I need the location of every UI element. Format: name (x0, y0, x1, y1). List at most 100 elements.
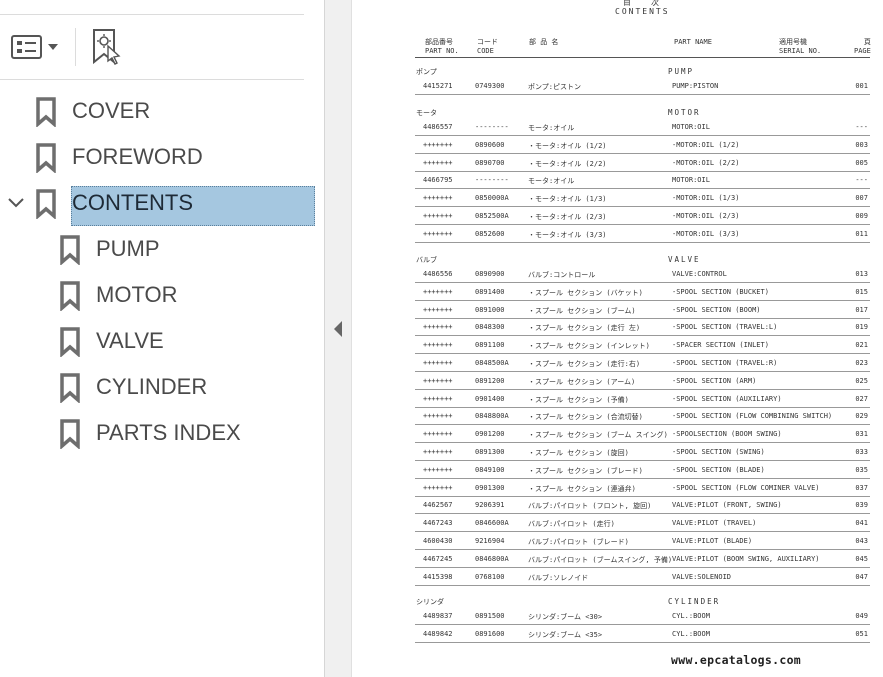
cell-part-no: +++++++ (423, 359, 453, 367)
section-heading: CYLINDER (668, 597, 721, 606)
cell-name-jp: ・スプール セクション (ブーム) (528, 306, 636, 315)
cell-name-jp: バルブ:ソレノイド (528, 573, 589, 582)
cell-code: 0890600 (475, 140, 505, 149)
header-rule (415, 57, 870, 58)
footer-link[interactable]: www.epcatalogs.com (671, 653, 801, 667)
bookmark-motor[interactable]: MOTOR (0, 272, 325, 318)
header-part-jp: 部品番号 (425, 38, 453, 46)
cell-name-jp: バルブ:パイロット (ブレード) (528, 538, 629, 546)
header-part: 部品番号 PART NO. (425, 38, 459, 56)
cell-page: 043 (855, 537, 868, 545)
cell-name-en: VALVE:SOLENOID (672, 572, 732, 581)
table-row[interactable]: +++++++ 0890700 ・モータ:オイル (2/2) -MOTOR:OIL (… (415, 155, 870, 172)
document-page: 目次 CONTENTS 部品番号 PART NO. コード CODE 部 品 名… (353, 0, 883, 677)
cell-name-en: PUMP:PISTON (672, 82, 719, 90)
table-row[interactable]: +++++++ 0891100 ・スプール セクション (インレット) -SPACER… (415, 337, 870, 355)
cell-code: 0768100 (475, 572, 505, 581)
bookmark-cylinder[interactable]: CYLINDER (0, 364, 325, 410)
cell-code: 0891600 (475, 629, 505, 638)
table-row[interactable]: 4486556 0890900 バルブ:コントロール VALVE:CONTROL 013 (415, 266, 870, 283)
bookmark-valve[interactable]: VALVE (0, 318, 325, 364)
bookmark-cover[interactable]: COVER (0, 88, 325, 134)
table-row[interactable]: 4415271 0749300 ポンプ:ピストン PUMP:PISTON 001 (415, 78, 870, 95)
cell-code: 0891500 (475, 612, 505, 620)
bookmark-label: MOTOR (96, 282, 178, 307)
cell-part-no: +++++++ (423, 483, 453, 492)
cell-code: 0848800A (475, 412, 509, 421)
cell-name-jp: シリンダ:ブーム <35> (528, 630, 603, 639)
table-row[interactable]: +++++++ 0891400 ・スプール セクション (バケット) -SPOOL S… (415, 284, 870, 301)
table-row[interactable]: +++++++ 0852600 ・モータ:オイル (3/3) -MOTOR:OIL (… (415, 226, 870, 243)
table-row[interactable]: +++++++ 0890600 ・モータ:オイル (1/2) -MOTOR:OIL (… (415, 137, 870, 154)
table-row[interactable]: 4415398 0768100 バルブ:ソレノイド VALVE:SOLENOID 047 (415, 569, 870, 586)
cell-page: 005 (855, 158, 868, 167)
table-row[interactable]: +++++++ 0901400 ・スプール セクション (予備) -SPOOL SEC… (415, 391, 870, 408)
table-row[interactable]: +++++++ 0891000 ・スプール セクション (ブーム) -SPOOL SE… (415, 302, 870, 319)
cell-name-jp: ・モータ:オイル (1/3) (528, 195, 607, 204)
collapse-panel-button[interactable] (331, 318, 345, 340)
cell-code: 9206391 (475, 501, 505, 510)
cell-code: 0852600 (475, 229, 505, 238)
cell-part-no: 4467243 (423, 519, 453, 528)
bookmark-contents[interactable]: CONTENTS (0, 180, 325, 226)
table-row[interactable]: 4466795 -------- モータ:オイル MOTOR:OIL --- (415, 172, 870, 190)
cell-code: 0890900 (475, 270, 505, 278)
cell-page: 037 (855, 483, 868, 492)
table-row[interactable]: +++++++ 0891300 ・スプール セクション (旋回) -SPOOL SEC… (415, 444, 870, 461)
cell-name-en: VALVE:PILOT (BLADE) (672, 537, 753, 545)
cell-name-en: -MOTOR:OIL (3/3) (672, 229, 740, 238)
table-row[interactable]: +++++++ 0850000A ・モータ:オイル (1/3) -MOTOR:OIL … (415, 190, 870, 208)
cell-name-jp: ・スプール セクション (走行:右) (528, 360, 641, 368)
options-menu-button[interactable] (10, 32, 64, 62)
cell-name-jp: ・スプール セクション (バケット) (528, 288, 643, 297)
table-row[interactable]: 4600430 9216904 バルブ:パイロット (ブレード) VALVE:PILO… (415, 533, 870, 550)
bookmark-parts-index[interactable]: PARTS INDEX (0, 410, 325, 456)
bookmark-pump[interactable]: PUMP (0, 226, 325, 272)
panel-splitter[interactable] (325, 0, 352, 677)
cell-code: 0749300 (475, 82, 505, 90)
cell-page: 019 (855, 323, 868, 332)
section-heading-jp: バルブ (416, 256, 437, 264)
cell-code: 0849100 (475, 465, 505, 474)
cell-page: 017 (855, 305, 868, 314)
cell-name-jp: バルブ:パイロット (走行) (528, 520, 615, 529)
bookmark-foreword[interactable]: FOREWORD (0, 134, 325, 180)
cell-name-en: -SPOOL SECTION (SWING) (672, 448, 765, 456)
table-row[interactable]: 4462567 9206391 バルブ:パイロット (フロント, 旋回) VALVE:… (415, 497, 870, 515)
table-row[interactable]: +++++++ 0849100 ・スプール セクション (ブレード) -SPOOL S… (415, 462, 870, 479)
table-row[interactable]: 4467243 0846600A バルブ:パイロット (走行) VALVE:PILOT… (415, 515, 870, 533)
table-row[interactable]: +++++++ 0848500A ・スプール セクション (走行:右) -SPOOL … (415, 355, 870, 372)
cell-name-jp: ・モータ:オイル (3/3) (528, 230, 607, 239)
find-current-bookmark-button[interactable] (88, 26, 126, 66)
cell-page: 003 (855, 140, 868, 149)
cell-part-no: +++++++ (423, 394, 453, 403)
header-name-jp: 部 品 名 (529, 38, 559, 46)
cell-name-en: CYL.:BOOM (672, 612, 710, 620)
table-row[interactable]: 4489837 0891500 シリンダ:ブーム <30> CYL.:BOOM 049 (415, 608, 870, 625)
table-row[interactable]: +++++++ 0901300 ・スプール セクション (連通弁) -SPOOL SE… (415, 480, 870, 497)
cell-name-en: VALVE:PILOT (BOOM SWING, AUXILIARY) (672, 554, 820, 563)
table-row[interactable]: 4489842 0891600 シリンダ:ブーム <35> CYL.:BOOM 051 (415, 626, 870, 643)
cell-part-no: +++++++ (423, 140, 453, 149)
header-code-en: CODE (477, 47, 494, 55)
table-row[interactable]: +++++++ 0852500A ・モータ:オイル (2/3) -MOTOR:OIL … (415, 208, 870, 225)
cell-name-en: -SPOOL SECTION (AUXILIARY) (672, 394, 782, 403)
triangle-left-icon (334, 321, 342, 337)
cell-code: 0848500A (475, 359, 509, 367)
cell-code: -------- (475, 176, 509, 185)
cell-code: 0850000A (475, 194, 509, 203)
chevron-down-icon[interactable] (6, 193, 26, 213)
list-options-icon (11, 35, 58, 59)
table-row[interactable]: +++++++ 0848800A ・スプール セクション (合流切替) -SPOOL … (415, 408, 870, 426)
table-row[interactable]: 4486557 -------- モータ:オイル MOTOR:OIL --- (415, 119, 870, 136)
table-row[interactable]: +++++++ 0901200 ・スプール セクション (ブーム スイング) -SPO… (415, 426, 870, 444)
cell-page: 049 (855, 612, 868, 620)
cell-name-en: VALVE:PILOT (TRAVEL) (672, 519, 757, 528)
cell-part-no: 4486557 (423, 123, 453, 131)
cell-name-jp: バルブ:パイロット (フロント, 旋回) (528, 502, 652, 511)
cell-page: 021 (855, 341, 868, 350)
table-row[interactable]: 4467245 0846800A バルブ:パイロット (ブームスイング, 予備) VA… (415, 551, 870, 568)
cell-part-no: 4415271 (423, 82, 453, 90)
table-row[interactable]: +++++++ 0891200 ・スプール セクション (アーム) -SPOOL SE… (415, 373, 870, 390)
table-row[interactable]: +++++++ 0848300 ・スプール セクション (走行 左) -SPOOL S… (415, 319, 870, 337)
